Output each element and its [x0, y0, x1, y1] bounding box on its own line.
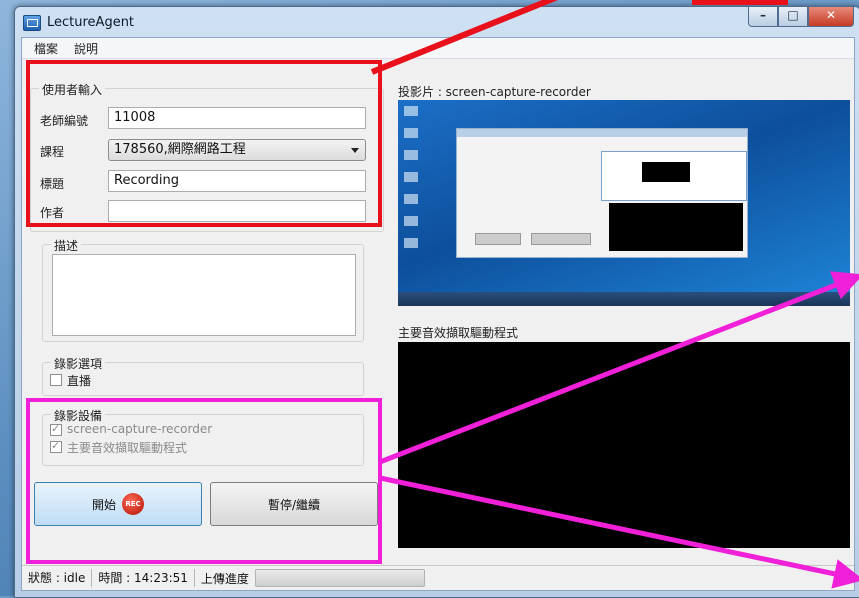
annotation-arrows — [370, 0, 859, 589]
red-arrow — [370, 0, 559, 75]
magenta-arrow-upper — [379, 271, 859, 465]
red-arrow-tip — [692, 0, 788, 5]
magenta-arrow-lower — [379, 475, 859, 589]
